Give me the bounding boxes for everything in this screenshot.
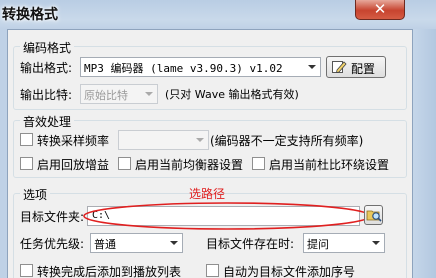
- surround-label: 启用当前杜比环绕设置: [269, 158, 390, 172]
- equalizer-label: 启用当前均衡器设置: [135, 158, 244, 172]
- options-group-title: 选项: [20, 186, 51, 203]
- add-to-playlist-label: 转换完成后添加到播放列表: [37, 265, 182, 278]
- chevron-down-icon: [192, 132, 207, 148]
- options-group: 选项 选路径 目标文件夹: C:\ 任务优先级: 普通 目标文件存在时: 提问 …: [13, 186, 407, 278]
- effects-group-title: 音效处理: [20, 113, 75, 130]
- close-icon: ✕: [373, 0, 387, 18]
- output-bitrate-select[interactable]: 原始比特: [80, 84, 158, 104]
- file-exists-label: 目标文件存在时:: [206, 237, 295, 251]
- priority-value: 普通: [94, 238, 116, 251]
- annotation-ellipse: [83, 202, 371, 230]
- output-bitrate-value: 原始比特: [84, 89, 128, 102]
- dialog-window: 转换格式 ✕ 编码格式 输出格式: MP3 编码器 (lame v3.90.3)…: [0, 0, 436, 278]
- close-button[interactable]: ✕: [355, 0, 405, 20]
- dialog-client: 编码格式 输出格式: MP3 编码器 (lame v3.90.3) v1.02 …: [7, 29, 413, 278]
- auto-number-checkbox[interactable]: [206, 264, 219, 277]
- output-format-label: 输出格式:: [20, 61, 73, 75]
- output-bitrate-label: 输出比特:: [20, 88, 73, 102]
- resample-label: 转换采样频率: [37, 134, 110, 148]
- effects-group: 音效处理 转换采样频率 (编码器不一定支持所有频率) 启用回放增益 启用当前均衡…: [13, 113, 407, 178]
- replaygain-checkbox[interactable]: [20, 157, 33, 170]
- config-button[interactable]: 配置: [326, 56, 386, 78]
- title-bar[interactable]: 转换格式 ✕: [0, 0, 436, 29]
- replaygain-label: 启用回放增益: [37, 158, 110, 172]
- output-format-select[interactable]: MP3 编码器 (lame v3.90.3) v1.02: [80, 57, 321, 77]
- file-exists-value: 提问: [307, 238, 329, 251]
- window-title: 转换格式: [2, 7, 58, 23]
- add-to-playlist-checkbox[interactable]: [20, 264, 33, 277]
- chevron-down-icon: [368, 235, 383, 251]
- browse-button[interactable]: [364, 205, 383, 225]
- encoding-group: 编码格式 输出格式: MP3 编码器 (lame v3.90.3) v1.02 …: [13, 39, 407, 110]
- target-folder-label: 目标文件夹:: [20, 210, 85, 224]
- file-exists-select[interactable]: 提问: [303, 233, 385, 253]
- config-button-label: 配置: [351, 62, 376, 76]
- resample-note: (编码器不一定支持所有频率): [210, 134, 364, 148]
- edit-icon: [332, 61, 347, 74]
- resample-select[interactable]: [118, 130, 209, 150]
- auto-number-label: 自动为目标文件添加序号: [223, 265, 356, 278]
- priority-select[interactable]: 普通: [90, 233, 183, 253]
- output-format-value: MP3 编码器 (lame v3.90.3) v1.02: [84, 62, 283, 75]
- bitrate-note: (只对 Wave 输出格式有效): [165, 88, 299, 101]
- priority-label: 任务优先级:: [20, 237, 85, 251]
- folder-search-icon: [366, 210, 382, 222]
- encoding-group-title: 编码格式: [20, 39, 75, 56]
- equalizer-checkbox[interactable]: [118, 157, 131, 170]
- chevron-down-icon: [141, 86, 156, 102]
- surround-checkbox[interactable]: [252, 157, 265, 170]
- window-frame: [413, 29, 436, 278]
- chevron-down-icon: [304, 59, 319, 75]
- resample-checkbox[interactable]: [20, 133, 33, 146]
- chevron-down-icon: [166, 235, 181, 251]
